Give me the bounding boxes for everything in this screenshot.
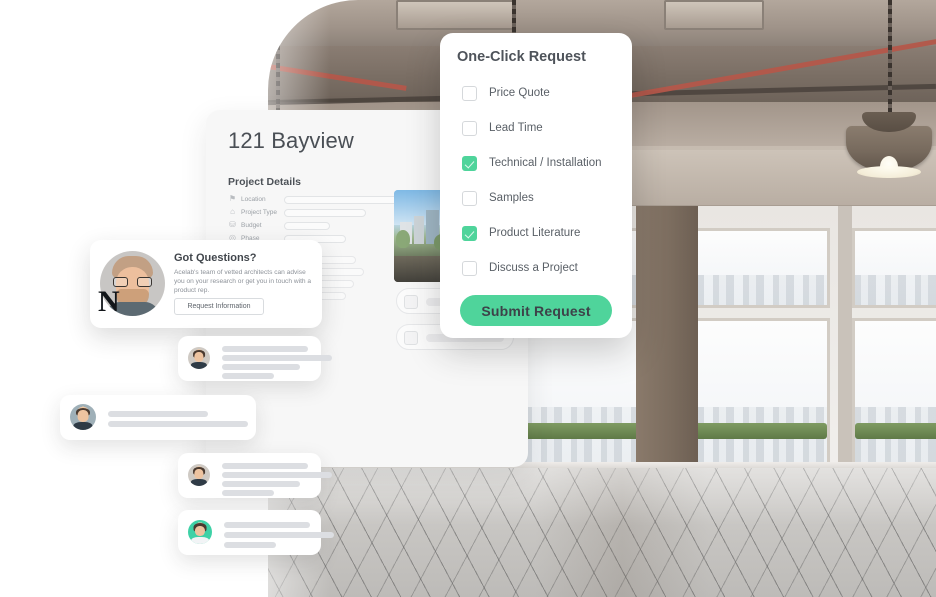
request-information-button[interactable]: Request Information bbox=[174, 298, 264, 315]
project-detail-label: Budget bbox=[241, 222, 262, 229]
screenshot-stage: 121 Bayview Project Details ⚑ Location ⌂ Pr… bbox=[0, 0, 936, 597]
checkbox-unchecked-icon[interactable] bbox=[462, 191, 477, 206]
comment-skeleton-line bbox=[108, 421, 248, 427]
comment-avatar bbox=[70, 404, 96, 430]
comment-skeleton-line bbox=[224, 542, 276, 548]
comment-card[interactable] bbox=[60, 395, 256, 440]
checkbox-checked-icon[interactable] bbox=[462, 226, 477, 241]
pill-checkbox[interactable] bbox=[404, 331, 418, 345]
project-detail-label: Project Type bbox=[241, 209, 278, 216]
comment-avatar bbox=[188, 464, 210, 486]
comment-skeleton-line bbox=[222, 490, 274, 496]
comment-skeleton-line bbox=[222, 364, 300, 370]
checkbox-checked-icon[interactable] bbox=[462, 156, 477, 171]
comment-card[interactable] bbox=[178, 336, 332, 381]
project-detail-label: Location bbox=[241, 196, 266, 203]
ceiling-vent-icon bbox=[664, 0, 764, 30]
comment-skeleton-line bbox=[224, 522, 310, 528]
project-detail-value-field[interactable] bbox=[284, 208, 366, 217]
page-title: 121 Bayview bbox=[228, 128, 354, 153]
comment-avatar bbox=[188, 347, 210, 369]
comment-skeleton-line bbox=[224, 532, 334, 538]
comment-card[interactable] bbox=[178, 453, 332, 498]
checkbox-unchecked-icon[interactable] bbox=[462, 261, 477, 276]
comment-skeleton-line bbox=[222, 463, 308, 469]
comment-skeleton-line bbox=[222, 373, 274, 379]
location-pin-icon: ⚑ bbox=[228, 194, 237, 203]
comment-card[interactable] bbox=[178, 510, 334, 555]
comment-skeleton-line bbox=[222, 481, 300, 487]
pill-checkbox[interactable] bbox=[404, 295, 418, 309]
window-mullion bbox=[838, 206, 852, 476]
comment-skeleton-line bbox=[222, 346, 308, 352]
window-pane-lower bbox=[852, 318, 936, 468]
submit-request-button[interactable]: Submit Request bbox=[460, 295, 612, 326]
project-detail-value-field[interactable] bbox=[284, 195, 402, 204]
herringbone-floor bbox=[268, 468, 936, 597]
comment-skeleton-line bbox=[108, 411, 208, 417]
ceiling-vent-icon bbox=[396, 0, 516, 30]
request-option-label: Product Literature bbox=[489, 227, 581, 239]
window-pane-lower bbox=[680, 318, 830, 468]
request-option-label: Lead Time bbox=[489, 122, 543, 134]
got-questions-card: N Got Questions? Acelab's team of vetted… bbox=[90, 240, 322, 328]
window-pane bbox=[852, 228, 936, 308]
one-click-request-card: One-Click Request Price Quote Lead Time Te… bbox=[440, 33, 632, 338]
comment-skeleton-line bbox=[222, 355, 332, 361]
checkbox-unchecked-icon[interactable] bbox=[462, 86, 477, 101]
home-icon: ⌂ bbox=[230, 207, 235, 216]
request-option-label: Samples bbox=[489, 192, 534, 204]
one-click-request-title: One-Click Request bbox=[457, 49, 586, 65]
comment-skeleton-line bbox=[222, 472, 332, 478]
acelab-logo-icon: N bbox=[98, 285, 120, 318]
structural-column bbox=[636, 206, 698, 506]
comment-avatar bbox=[188, 520, 212, 544]
request-option-label: Technical / Installation bbox=[489, 157, 602, 169]
project-details-label: Project Details bbox=[228, 176, 301, 188]
checkbox-unchecked-icon[interactable] bbox=[462, 121, 477, 136]
request-option-label: Discuss a Project bbox=[489, 262, 578, 274]
got-questions-body: Acelab's team of vetted architects can a… bbox=[174, 269, 312, 294]
project-detail-value-field[interactable] bbox=[284, 221, 330, 230]
budget-icon: ⛁ bbox=[229, 220, 236, 229]
window-pane bbox=[680, 228, 830, 308]
request-option-label: Price Quote bbox=[489, 87, 550, 99]
got-questions-title: Got Questions? bbox=[174, 252, 257, 264]
